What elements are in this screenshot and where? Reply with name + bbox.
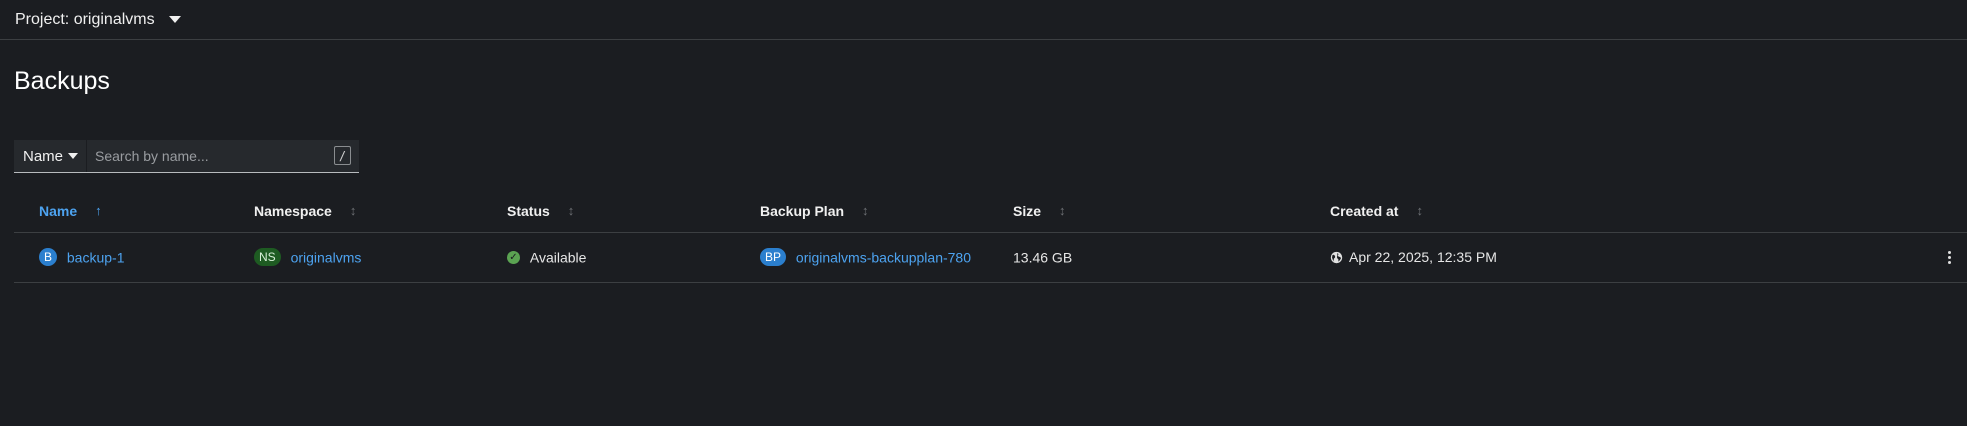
page-title: Backups (14, 67, 110, 95)
column-header-label: Size (1013, 202, 1042, 219)
backups-table: Name ↑ Namespace ↕ Status ↕ Backup Plan (14, 190, 1967, 283)
keyboard-shortcut-hint: / (334, 146, 351, 165)
filter-type-label: Name (23, 147, 64, 165)
column-header-backup-plan[interactable]: Backup Plan ↕ (760, 203, 869, 219)
check-circle-icon: ✓ (507, 251, 520, 265)
sort-icon: ↕ (349, 203, 357, 219)
filter-toolbar: Name / (14, 140, 359, 173)
filter-type-select[interactable]: Name (14, 140, 87, 172)
column-header-label: Created at (1330, 202, 1399, 219)
created-at-value: Apr 22, 2025, 12:35 PM (1349, 249, 1497, 265)
table-row: B backup-1 NS originalvms ✓ Available BP… (14, 232, 1967, 283)
backup-resource-badge: B (39, 248, 57, 267)
sort-icon: ↕ (567, 203, 575, 219)
project-selector[interactable]: Project: originalvms (15, 11, 181, 29)
column-header-status[interactable]: Status ↕ (507, 203, 574, 219)
backup-plan-link[interactable]: originalvms-backupplan-780 (796, 249, 971, 265)
column-header-name[interactable]: Name ↑ (39, 203, 102, 219)
search-box: / (87, 140, 359, 172)
sort-icon: ↕ (1416, 203, 1423, 219)
project-selector-label: Project: originalvms (15, 10, 155, 28)
column-header-namespace[interactable]: Namespace ↕ (254, 203, 356, 219)
column-header-size[interactable]: Size ↕ (1013, 203, 1066, 219)
sort-icon: ↕ (862, 203, 869, 219)
sort-icon: ↕ (1059, 203, 1066, 219)
search-input[interactable] (95, 148, 325, 164)
backup-name-link[interactable]: backup-1 (67, 249, 125, 265)
column-header-label: Status (507, 202, 550, 219)
table-header-row: Name ↑ Namespace ↕ Status ↕ Backup Plan (14, 190, 1967, 233)
backup-plan-resource-badge: BP (760, 248, 787, 267)
column-header-label: Namespace (254, 202, 332, 219)
column-header-created-at[interactable]: Created at ↕ (1330, 203, 1423, 219)
namespace-resource-badge: NS (254, 248, 281, 267)
column-header-label: Name (39, 202, 78, 219)
status-text: Available (529, 249, 587, 266)
column-header-label: Backup Plan (760, 202, 845, 219)
row-actions-kebab-icon[interactable] (1943, 250, 1955, 264)
sort-ascending-icon: ↑ (95, 203, 102, 219)
project-bar: Project: originalvms (0, 0, 1967, 40)
size-value: 13.46 GB (1013, 249, 1073, 266)
caret-down-icon (168, 16, 181, 23)
caret-down-icon (68, 153, 78, 159)
namespace-link[interactable]: originalvms (291, 249, 362, 265)
globe-icon (1330, 251, 1343, 263)
